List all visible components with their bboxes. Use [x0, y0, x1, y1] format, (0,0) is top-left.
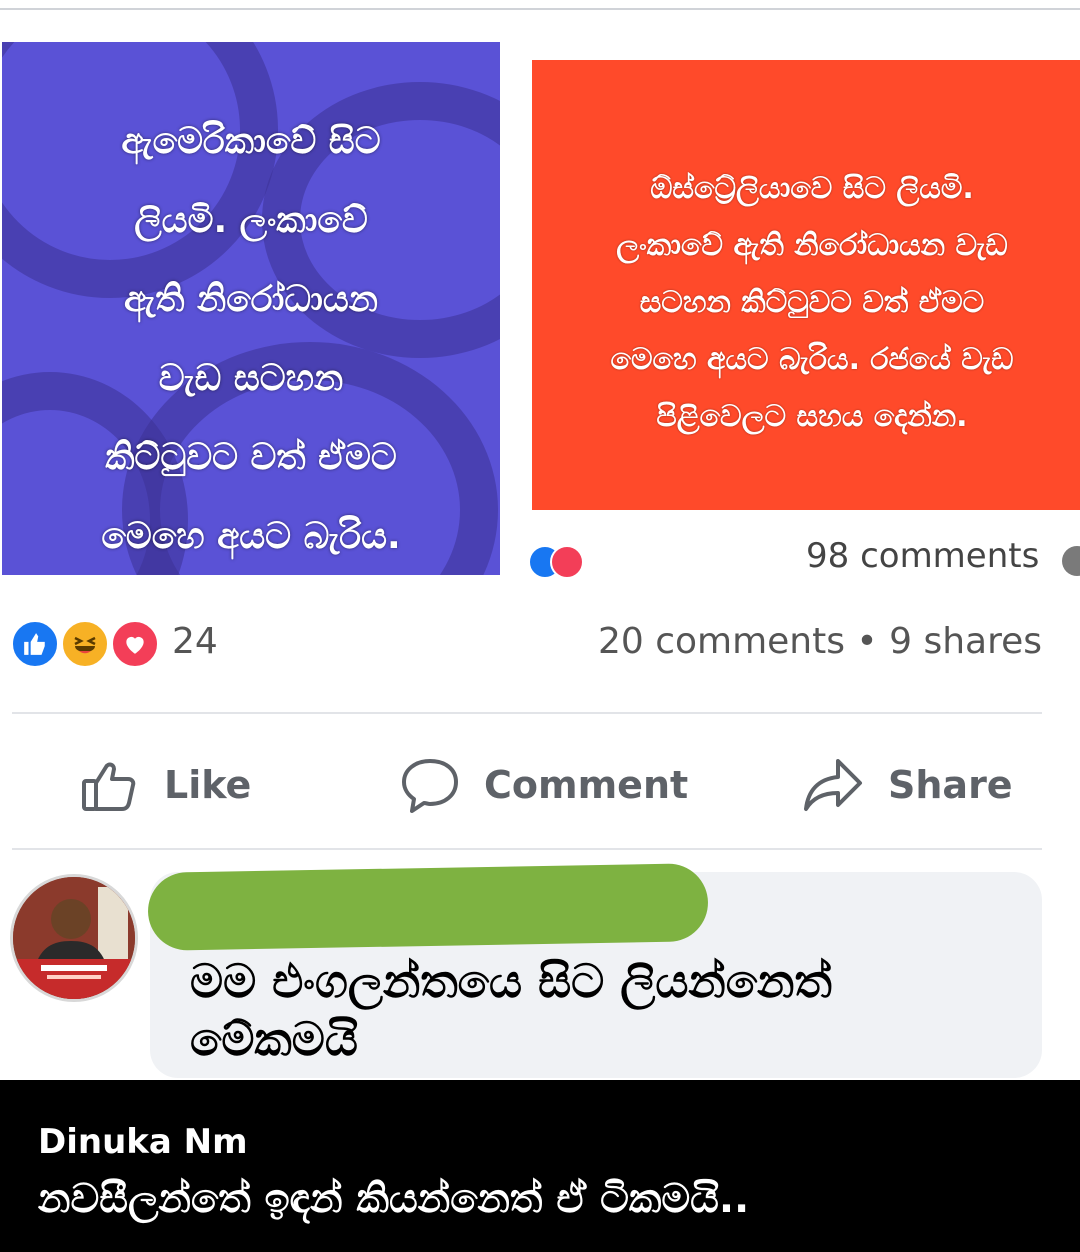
like-icon[interactable] [10, 619, 60, 669]
divider [12, 712, 1042, 714]
avatar [1062, 546, 1080, 576]
love-icon [550, 545, 584, 579]
right-image-text: ඕස්ට්‍රේලියාවෙ සිට ලියමි. ලංකාවේ ඇති නිර… [610, 171, 1014, 434]
haha-icon[interactable] [60, 619, 110, 669]
love-icon[interactable] [110, 619, 160, 669]
comment-text: මම එංගලන්තයෙ සිට ලියන්නෙත් මේකමයි [190, 954, 832, 1066]
comments-shares-summary[interactable]: 20 comments • 9 shares [598, 621, 1042, 662]
like-button[interactable]: Like [80, 755, 251, 815]
reaction-count[interactable]: 24 [172, 621, 218, 662]
commenter-avatar[interactable] [10, 874, 138, 1002]
left-post-image[interactable]: ඇමෙරිකාවේ සිට ලියමි. ලංකාවේ ඇති නිරෝධායන… [2, 42, 500, 575]
shared-post-images: ඇමෙරිකාවේ සිට ලියමි. ලංකාවේ ඇති නිරෝධායන… [0, 0, 1080, 600]
like-label: Like [164, 763, 252, 807]
share-icon [804, 759, 862, 811]
top-divider [0, 8, 1080, 10]
share-button[interactable]: Share [802, 755, 1013, 815]
left-image-text: ඇමෙරිකාවේ සිට ලියමි. ලංකාවේ ඇති නිරෝධායන… [101, 121, 401, 557]
share-label: Share [888, 763, 1013, 807]
caption-band: Dinuka Nm නවසීලන්තේ ඉඳන් කියන්නෙත් ඒ ටික… [0, 1080, 1080, 1252]
caption-author: Dinuka Nm [38, 1122, 248, 1162]
right-post-comments-count[interactable]: 98 comments [806, 536, 1039, 576]
comment-icon [402, 759, 458, 813]
comment-button[interactable]: Comment [400, 755, 688, 815]
redacted-name-mark [147, 863, 709, 951]
comment-label: Comment [484, 763, 689, 807]
thumbs-up-icon [82, 762, 136, 811]
right-post-image[interactable]: ඕස්ට්‍රේලියාවෙ සිට ලියමි. ලංකාවේ ඇති නිර… [532, 60, 1080, 510]
caption-text: නවසීලන්තේ ඉඳන් කියන්නෙත් ඒ ටිකමයි.. [38, 1176, 750, 1222]
divider [12, 848, 1042, 850]
